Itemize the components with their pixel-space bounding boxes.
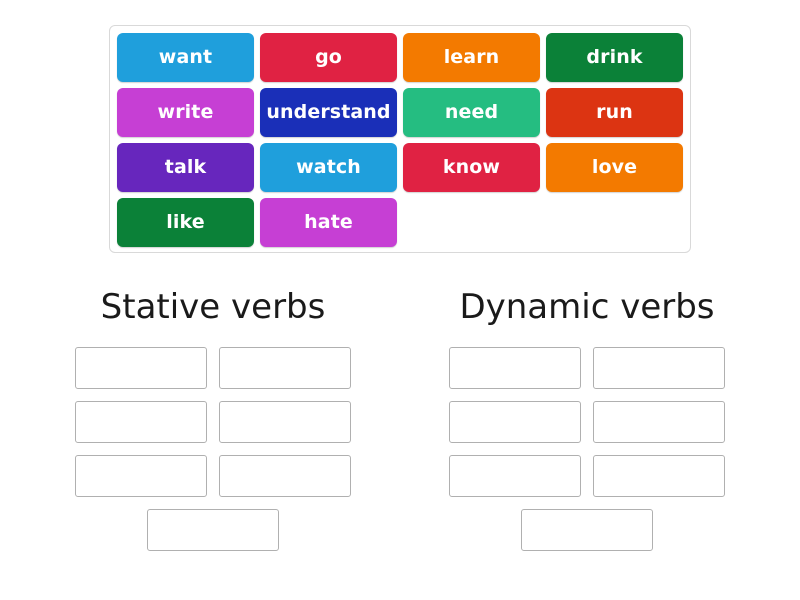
drop-zone[interactable]: [219, 455, 351, 498]
category-columns: Stative verbs Dynamic verbs: [0, 287, 800, 552]
drop-zone[interactable]: [593, 455, 725, 498]
word-tile[interactable]: hate: [260, 198, 397, 247]
category-column: Dynamic verbs: [431, 287, 743, 552]
drop-zone[interactable]: [593, 347, 725, 390]
drop-zone[interactable]: [147, 509, 279, 552]
word-tile[interactable]: talk: [117, 143, 254, 192]
word-tile[interactable]: drink: [546, 33, 683, 82]
drop-zone[interactable]: [219, 401, 351, 444]
word-tile[interactable]: write: [117, 88, 254, 137]
word-tile[interactable]: love: [546, 143, 683, 192]
category-title: Stative verbs: [100, 287, 326, 327]
word-tile[interactable]: learn: [403, 33, 540, 82]
drop-zone[interactable]: [219, 347, 351, 390]
word-tile[interactable]: run: [546, 88, 683, 137]
drop-zone[interactable]: [593, 401, 725, 444]
drop-zone-grid: [57, 347, 369, 498]
word-tile[interactable]: understand: [260, 88, 397, 137]
drop-zone-last-row: [431, 509, 743, 552]
word-tile-grid: want go learn drink write understand need run ta…: [117, 33, 690, 247]
drop-zone[interactable]: [449, 455, 581, 498]
category-column: Stative verbs: [57, 287, 369, 552]
word-tile[interactable]: need: [403, 88, 540, 137]
word-tile[interactable]: know: [403, 143, 540, 192]
drop-zone[interactable]: [521, 509, 653, 552]
word-tile[interactable]: watch: [260, 143, 397, 192]
drop-zone[interactable]: [75, 401, 207, 444]
word-tile[interactable]: want: [117, 33, 254, 82]
drop-zone[interactable]: [449, 401, 581, 444]
drop-zone[interactable]: [75, 347, 207, 390]
word-bank: want go learn drink write understand need run ta…: [109, 25, 691, 253]
drop-zone[interactable]: [449, 347, 581, 390]
word-tile[interactable]: like: [117, 198, 254, 247]
drop-zone[interactable]: [75, 455, 207, 498]
word-tile[interactable]: go: [260, 33, 397, 82]
drop-zone-grid: [431, 347, 743, 498]
activity-stage: want go learn drink write understand need run ta…: [0, 0, 800, 600]
category-title: Dynamic verbs: [459, 287, 715, 327]
drop-zone-last-row: [57, 509, 369, 552]
